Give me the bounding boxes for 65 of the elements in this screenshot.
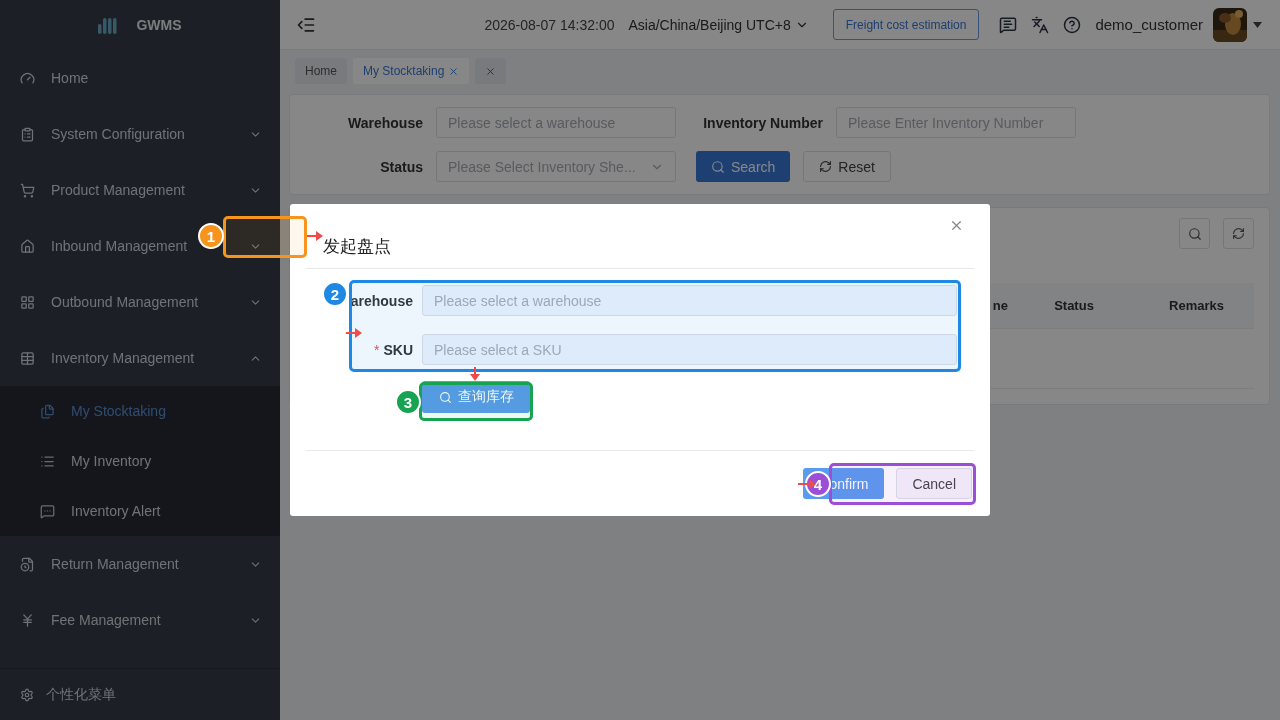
menu-item[interactable]: System Configuration (51, 126, 185, 142)
menu-icon (20, 556, 35, 572)
arrow-icon (798, 478, 816, 490)
arrow-icon (307, 230, 323, 242)
caret-icon[interactable] (1253, 21, 1262, 28)
arrow-icon (346, 327, 362, 339)
submenu-item[interactable]: Inventory Alert (0, 486, 280, 536)
menu-icon (20, 182, 35, 198)
search-button[interactable] (1179, 218, 1210, 249)
column-header: Remarks (1169, 298, 1224, 313)
field-label: Inventory Number (702, 114, 824, 131)
field-label: SKU (383, 341, 413, 358)
search-button[interactable]: Search (696, 151, 791, 182)
select-field[interactable]: Please select a warehouse (422, 285, 957, 316)
menu-item[interactable]: Product Management (51, 182, 185, 198)
column-header: Status (1054, 298, 1094, 313)
menu-item[interactable]: Inbound Management (51, 238, 188, 254)
message-icon[interactable] (999, 15, 1018, 34)
field-label: Warehouse (347, 114, 424, 131)
reset-button[interactable]: Reset (803, 151, 891, 182)
refresh-button[interactable] (1223, 218, 1254, 249)
menu-icon (20, 70, 35, 86)
help-icon[interactable] (1063, 15, 1082, 34)
freight-button[interactable]: Freight cost estimation (832, 9, 980, 40)
username[interactable]: demo_customer (1095, 16, 1203, 33)
page-tab[interactable]: My Stocktaking (353, 58, 470, 84)
menu-icon (20, 350, 35, 366)
search-icon (1187, 226, 1202, 241)
timezone-selector[interactable]: Asia/China/Beijing UTC+8 (628, 16, 809, 33)
page-tab[interactable]: Home (295, 58, 347, 84)
field-label: arehouse (350, 292, 413, 309)
menu-settings-link[interactable]: 个性化菜单 (46, 685, 116, 704)
menu-icon (40, 453, 55, 469)
close-button[interactable] (949, 218, 964, 233)
menu-item[interactable]: Outbound Management (51, 294, 199, 310)
menu-icon (20, 126, 35, 142)
select-field[interactable]: Please select a SKU (422, 334, 957, 365)
menu-item[interactable]: Home (51, 70, 89, 86)
submenu-item[interactable]: My Inventory (0, 436, 280, 486)
search-icon (711, 159, 725, 174)
menu-icon (20, 612, 35, 628)
settings-icon (20, 687, 34, 702)
column-header: ne (992, 298, 1008, 313)
submenu-item[interactable]: My Stocktaking (0, 386, 280, 436)
close-icon[interactable] (485, 65, 497, 77)
menu-item[interactable]: Fee Management (51, 612, 161, 628)
field-label: Status (379, 158, 424, 175)
refresh-icon (1232, 227, 1245, 240)
menu-icon (20, 294, 35, 310)
required-mark: * (374, 341, 380, 358)
refresh-icon (819, 160, 833, 173)
datetime: 2026-08-07 14:32:00 (484, 16, 615, 33)
arrow-icon (469, 367, 481, 381)
cancel-button[interactable]: Cancel (896, 468, 972, 499)
menu-icon (20, 238, 35, 254)
search-icon (438, 390, 452, 404)
menu-icon (40, 403, 55, 419)
close-icon[interactable] (448, 65, 460, 77)
menu-item[interactable]: Inventory Management (51, 350, 195, 366)
translate-icon[interactable] (1031, 15, 1050, 34)
brand-name: GWMS (136, 17, 182, 33)
menu-icon (40, 503, 55, 519)
menu-item[interactable]: Return Management (51, 556, 179, 572)
dialog-title: 发起盘点 (323, 236, 391, 258)
query-button[interactable]: 查询库存 (422, 381, 530, 413)
